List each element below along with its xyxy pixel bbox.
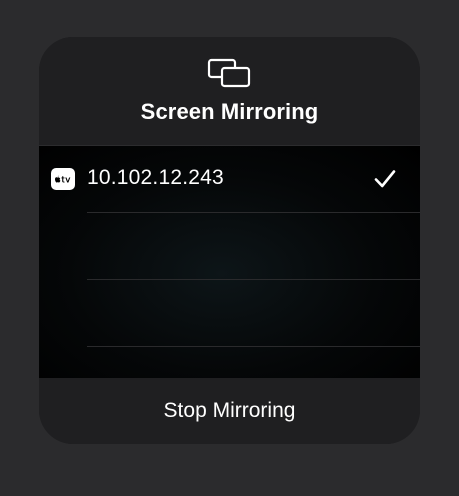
screen-background: Screen Mirroring 10.102.12.243 Stop Mirr… (0, 0, 459, 496)
empty-device-row (39, 213, 420, 280)
checkmark-icon (374, 170, 396, 188)
panel-title: Screen Mirroring (140, 99, 319, 124)
device-list: 10.102.12.243 (39, 145, 420, 379)
panel-header: Screen Mirroring (39, 37, 420, 145)
apple-tv-icon (51, 168, 75, 190)
device-name: 10.102.12.243 (87, 166, 224, 189)
empty-device-row (39, 280, 420, 347)
stop-mirroring-button[interactable]: Stop Mirroring (39, 378, 420, 444)
device-row[interactable]: 10.102.12.243 (39, 146, 420, 213)
row-divider (87, 346, 420, 347)
screen-mirroring-panel: Screen Mirroring 10.102.12.243 Stop Mirr… (39, 37, 420, 444)
screen-mirroring-icon (207, 58, 251, 88)
